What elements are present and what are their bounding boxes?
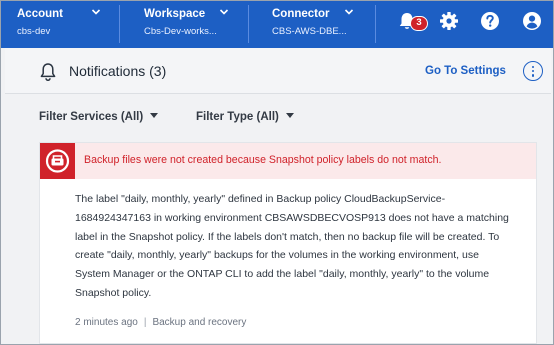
caret-down-icon (285, 113, 294, 118)
meta-separator: | (143, 317, 147, 328)
kebab-dot (531, 74, 534, 77)
filter-services-label: Filter Services (All) (39, 111, 144, 123)
notifications-panel: Notifications (3) Go To Settings Filter … (5, 48, 551, 344)
divider (248, 5, 249, 43)
notification-source: Backup and recovery (152, 317, 247, 328)
kebab-dot (531, 69, 534, 73)
notification-count-badge: 3 (410, 16, 428, 31)
caret-down-icon (150, 113, 159, 118)
filter-services-dropdown[interactable]: Filter Services (All) (39, 111, 159, 123)
user-icon (523, 12, 541, 30)
account-selector[interactable]: Account cbs-dev (17, 1, 117, 48)
workspace-value: Cbs-Dev-works... (144, 26, 217, 37)
go-to-settings-link[interactable]: Go To Settings (425, 65, 506, 77)
divider (119, 5, 120, 43)
account-label: Account (17, 8, 63, 20)
notification-header: Backup files were not created because Sn… (40, 143, 536, 179)
connector-label: Connector (272, 8, 330, 20)
panel-title: Notifications (3) (69, 63, 167, 79)
filter-type-dropdown[interactable]: Filter Type (All) (196, 111, 294, 123)
top-bar: Account cbs-dev Workspace Cbs-Dev-works.… (1, 1, 553, 48)
divider (375, 5, 376, 43)
notification-headline: Backup files were not created because Sn… (84, 154, 442, 166)
panel-header: Notifications (3) Go To Settings (5, 48, 551, 94)
workspace-selector[interactable]: Workspace Cbs-Dev-works... (144, 1, 244, 48)
bell-icon (40, 63, 56, 82)
user-menu-button[interactable] (521, 10, 543, 32)
account-value: cbs-dev (17, 26, 51, 37)
help-icon (481, 12, 499, 30)
backup-error-icon (45, 149, 70, 173)
chevron-down-icon (91, 9, 101, 15)
settings-button[interactable] (438, 10, 460, 32)
chevron-down-icon (344, 9, 354, 15)
notification-time: 2 minutes ago (75, 317, 138, 328)
app-window: Account cbs-dev Workspace Cbs-Dev-works.… (0, 0, 554, 345)
notification-card[interactable]: Backup files were not created because Sn… (39, 142, 537, 344)
alert-icon-box (40, 143, 75, 179)
kebab-dot (531, 65, 534, 68)
notification-body: The label "daily, monthly, yearly" defin… (75, 193, 509, 299)
connector-value: CBS-AWS-DBE... (272, 26, 347, 37)
filter-type-label: Filter Type (All) (196, 111, 279, 123)
workspace-label: Workspace (144, 8, 206, 20)
connector-selector[interactable]: Connector CBS-AWS-DBE... (272, 1, 372, 48)
gear-icon (440, 12, 458, 30)
help-button[interactable] (479, 10, 501, 32)
notification-meta: 2 minutes ago | Backup and recovery (75, 317, 246, 328)
chevron-down-icon (219, 9, 229, 15)
more-options-button[interactable] (523, 61, 543, 81)
